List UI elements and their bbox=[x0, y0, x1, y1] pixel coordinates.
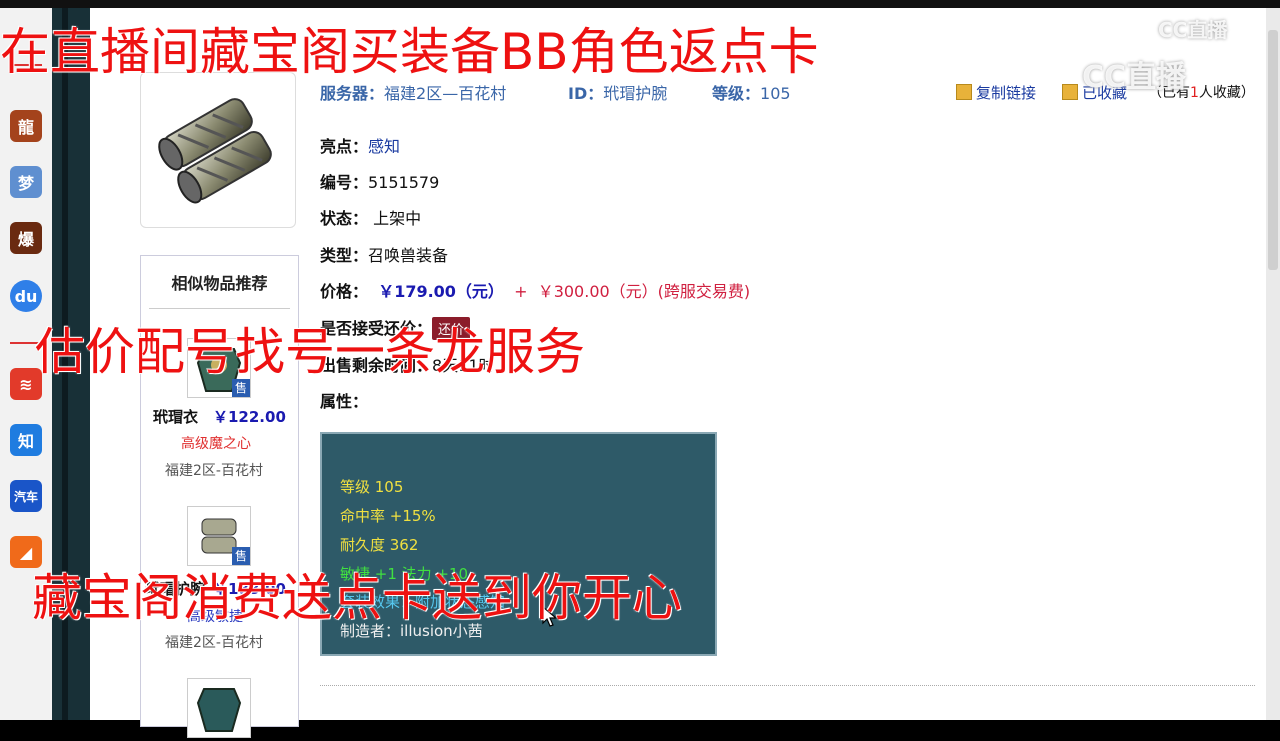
favorite-icon bbox=[1062, 84, 1078, 100]
status-row: 状态： 上架中 bbox=[320, 205, 421, 229]
type-label: 类型： bbox=[320, 246, 369, 265]
level-label: 等级： bbox=[712, 84, 761, 103]
number-row: 编号：5151579 bbox=[320, 169, 439, 193]
highlight-label: 亮点： bbox=[320, 137, 369, 156]
type-row: 类型：召唤兽装备 bbox=[320, 242, 448, 266]
similar-item-price: ￥122.00 bbox=[213, 408, 286, 426]
price-label: 价格： bbox=[320, 282, 369, 301]
attribute-label: 属性： bbox=[320, 392, 369, 411]
status-value: 上架中 bbox=[373, 209, 422, 228]
favorite-count-number: 1 bbox=[1190, 85, 1199, 101]
highlight-value[interactable]: 感知 bbox=[368, 137, 400, 156]
zhihu-label: 知 bbox=[17, 432, 34, 451]
copy-link-label: 复制链接 bbox=[976, 84, 1037, 102]
car-label: 汽车 bbox=[13, 489, 38, 504]
highlight-row: 亮点：感知 bbox=[320, 133, 400, 157]
attr-durability: 耐久度 362 bbox=[340, 536, 419, 554]
similar-item-name[interactable]: 玳瑁衣 bbox=[153, 406, 198, 427]
copy-link-button[interactable]: 复制链接 bbox=[956, 82, 1036, 103]
dragon-game-icon[interactable]: 龍 bbox=[10, 110, 42, 142]
server-label: 服务器： bbox=[320, 84, 385, 103]
fee-value: ￥300.00（元）(跨服交易费) bbox=[537, 282, 751, 301]
attr-hit-rate: 命中率 +15% bbox=[340, 507, 436, 525]
similar-item-thumbnail[interactable]: 售 bbox=[187, 506, 251, 566]
similar-item-location: 福建2区-百花村 bbox=[165, 635, 263, 651]
bracer-icon bbox=[158, 98, 272, 204]
scrollbar-thumb[interactable] bbox=[1268, 30, 1278, 270]
similar-items-title: 相似物品推荐 bbox=[171, 274, 268, 293]
status-label: 状态： bbox=[320, 209, 369, 228]
price-value: ￥179.00（元） bbox=[378, 282, 504, 301]
favorite-count-suffix: 人收藏） bbox=[1198, 85, 1255, 101]
similar-item-feature: 高级魔之心 bbox=[181, 436, 251, 452]
baidu-icon[interactable]: du bbox=[10, 280, 42, 312]
car-app-icon[interactable]: 汽车 bbox=[10, 480, 42, 512]
section-divider bbox=[320, 685, 1255, 686]
stream-overlay-text: 藏宝阁消费送点卡送到你开心 bbox=[32, 569, 682, 627]
similar-item-location: 福建2区-百花村 bbox=[165, 463, 263, 479]
attr-level: 等级 105 bbox=[340, 478, 404, 496]
id-value: 玳瑁护腕 bbox=[603, 84, 668, 103]
cc-live-watermark: CC直播 bbox=[1158, 18, 1228, 42]
divider bbox=[149, 308, 290, 309]
server-value: 福建2区—百花村 bbox=[384, 84, 507, 103]
cc-live-watermark: CC直播 bbox=[1082, 60, 1187, 95]
copy-link-icon bbox=[956, 84, 972, 100]
type-value: 召唤兽装备 bbox=[368, 246, 449, 265]
stream-overlay-text: 在直播间藏宝阁买装备BB角色返点卡 bbox=[0, 23, 819, 81]
top-bar bbox=[0, 0, 1280, 8]
price-row: 价格： ￥179.00（元） + ￥300.00（元）(跨服交易费) bbox=[320, 278, 750, 302]
attribute-row: 属性： bbox=[320, 388, 368, 412]
id-label: ID： bbox=[568, 84, 604, 103]
price-plus: + bbox=[514, 282, 528, 301]
zhihu-icon[interactable]: 知 bbox=[10, 424, 42, 456]
product-image bbox=[140, 72, 296, 228]
fantasy-game-icon[interactable]: 梦 bbox=[10, 166, 42, 198]
explosion-game-icon[interactable]: 爆 bbox=[10, 222, 42, 254]
similar-item-thumbnail[interactable] bbox=[187, 678, 251, 738]
armor-icon bbox=[196, 688, 242, 732]
number-label: 编号： bbox=[320, 173, 369, 192]
stream-overlay-text: 估价配号找号一条龙服务 bbox=[35, 323, 585, 381]
level-value: 105 bbox=[760, 84, 791, 103]
number-value: 5151579 bbox=[368, 173, 440, 192]
